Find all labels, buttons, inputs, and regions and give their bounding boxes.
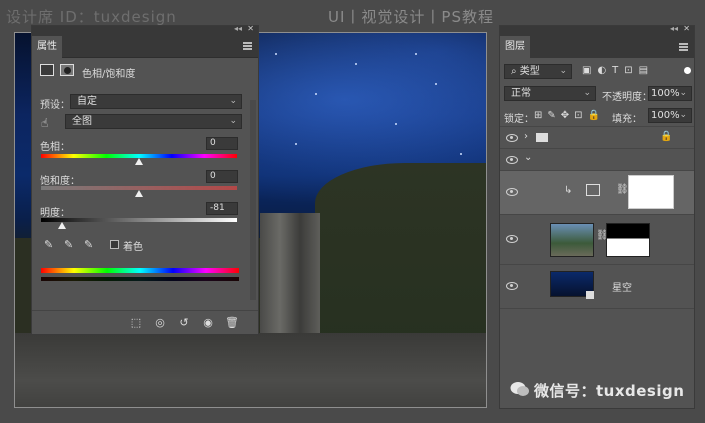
layer-row-landscape[interactable]: ⛓ <box>500 214 694 264</box>
layer-group-row-open[interactable]: ⌄ <box>500 148 694 170</box>
layer-group-row[interactable]: › 🔒 <box>500 126 694 148</box>
tab-layers[interactable]: 图层 <box>500 36 530 58</box>
lightness-input[interactable]: -81 <box>206 202 238 215</box>
star <box>275 53 277 55</box>
layer-row-starry-sky[interactable]: 星空 <box>500 264 694 308</box>
layers-titlebar[interactable]: ◂◂ ✕ <box>500 24 694 36</box>
opacity-input[interactable]: 100% ⌄ <box>648 86 692 101</box>
lightness-slider-track[interactable] <box>41 218 237 222</box>
clip-to-layer-button[interactable]: ⬚ <box>128 316 144 330</box>
hand-tool-icon[interactable]: ☝ <box>41 116 48 130</box>
view-previous-button[interactable]: ◎ <box>152 316 168 330</box>
colorize-label: 着色 <box>123 242 143 253</box>
eyedropper-icon[interactable]: ✎ <box>44 238 53 251</box>
delete-button[interactable]: 🗑 <box>224 316 240 330</box>
chain-link-icon[interactable]: ⛓ <box>616 184 629 195</box>
star <box>315 93 317 95</box>
saturation-label: 饱和度： <box>40 176 80 187</box>
eye-icon[interactable] <box>506 188 518 196</box>
properties-panel: ◂◂ ✕ 属性 色相/饱和度 预设： 自定 ⌄ ☝ 全图 ⌄ 色相： 0 饱和度： … <box>31 24 259 335</box>
close-icon[interactable]: ✕ <box>683 24 690 33</box>
star <box>460 153 462 155</box>
eye-icon[interactable] <box>506 134 518 142</box>
star <box>415 53 417 55</box>
folder-icon <box>536 133 548 142</box>
preset-select[interactable]: 自定 ⌄ <box>70 94 242 109</box>
panel-menu-icon[interactable] <box>243 42 252 50</box>
wechat-watermark: 微信号：tuxdesign <box>534 382 685 400</box>
panel-scrollbar[interactable] <box>250 100 256 300</box>
lock-label: 锁定： <box>504 114 534 125</box>
layer-filter-select[interactable]: ⌕ 类型 ⌄ <box>504 64 572 79</box>
mask-thumbnail[interactable] <box>628 175 674 209</box>
fill-label: 填充： <box>612 114 642 125</box>
adjustment-icon <box>586 184 600 196</box>
eye-icon[interactable] <box>506 282 518 290</box>
eye-icon[interactable] <box>506 156 518 164</box>
input-color-bar <box>41 268 239 273</box>
smart-object-icon <box>586 291 594 299</box>
landscape-thumbnail[interactable] <box>550 223 594 257</box>
clipping-arrow-icon: ↳ <box>564 185 573 196</box>
hue-slider-thumb[interactable] <box>135 158 143 165</box>
layer-name[interactable]: 星空 <box>612 279 632 294</box>
star <box>395 123 397 125</box>
eyedropper-minus-icon[interactable]: ✎ <box>84 238 93 251</box>
star <box>355 63 357 65</box>
search-icon: ⌕ <box>511 66 520 77</box>
opacity-label: 不透明度： <box>602 92 652 103</box>
chevron-right-icon[interactable]: › <box>524 131 528 142</box>
blend-mode-select[interactable]: 正常 ⌄ <box>504 86 596 101</box>
star <box>435 83 437 85</box>
layers-panel: ◂◂ ✕ 图层 ⌕ 类型 ⌄ ▣◐T⊡▤ 正常 ⌄ 不透明度： 100% ⌄ 锁定： … <box>499 24 695 409</box>
close-icon[interactable]: ✕ <box>247 24 254 33</box>
chevron-down-icon[interactable]: ⌄ <box>524 152 532 163</box>
hue-input[interactable]: 0 <box>206 137 238 150</box>
saturation-input[interactable]: 0 <box>206 170 238 183</box>
colorize-checkbox[interactable] <box>110 240 119 249</box>
lightness-slider-thumb[interactable] <box>58 222 66 229</box>
collapse-icon[interactable]: ◂◂ <box>234 24 242 33</box>
hue-label: 色相： <box>40 142 70 153</box>
output-color-bar <box>41 277 239 281</box>
eyedropper-plus-icon[interactable]: ✎ <box>64 238 73 251</box>
star <box>295 143 297 145</box>
adjustment-type-label: 色相/饱和度 <box>82 69 136 80</box>
watermark-title: UI丨视觉设计丨PS教程 <box>328 8 494 26</box>
visibility-button[interactable]: ◉ <box>200 316 216 330</box>
collapse-icon[interactable]: ◂◂ <box>670 24 678 33</box>
properties-titlebar[interactable]: ◂◂ ✕ <box>32 24 258 36</box>
watermark-id: 设计席 ID：tuxdesign <box>6 8 177 26</box>
layer-row-hue-saturation[interactable]: ↳ ⛓ <box>500 170 694 214</box>
reset-button[interactable]: ↺ <box>176 316 192 330</box>
adjustment-icon[interactable] <box>40 64 54 76</box>
lock-icons[interactable]: ⊞✎✥⊡🔒 <box>534 110 605 121</box>
preset-label: 预设： <box>40 100 70 111</box>
layer-mask-thumbnail[interactable] <box>606 223 650 257</box>
filter-toggle[interactable] <box>684 67 691 74</box>
eye-icon[interactable] <box>506 235 518 243</box>
filter-icons[interactable]: ▣◐T⊡▤ <box>582 65 654 76</box>
channel-select[interactable]: 全图 ⌄ <box>65 114 242 129</box>
rocky-ground <box>15 333 486 407</box>
saturation-slider-thumb[interactable] <box>135 190 143 197</box>
panel-menu-icon[interactable] <box>679 43 688 51</box>
lightness-label: 明度： <box>40 208 70 219</box>
lock-icon: 🔒 <box>660 131 673 142</box>
wechat-icon <box>510 381 530 397</box>
mask-icon[interactable] <box>60 64 74 76</box>
fill-input[interactable]: 100% ⌄ <box>648 108 692 123</box>
tab-properties[interactable]: 属性 <box>32 36 62 58</box>
